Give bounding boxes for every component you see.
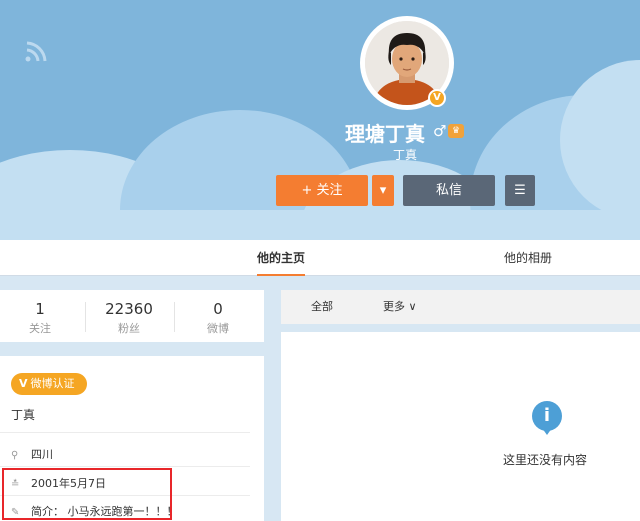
empty-state-text: 这里还没有内容 <box>503 453 588 467</box>
profile-username: 理塘丁真 <box>345 122 425 146</box>
highlight-box <box>2 468 172 520</box>
stat-following-count: 1 <box>35 300 45 318</box>
info-icon-pointer <box>542 428 552 435</box>
stats-card: 1 关注 22360 粉丝 0 微博 <box>0 290 264 342</box>
stat-following-label: 关注 <box>29 322 51 335</box>
tab-home[interactable]: 他的主页 <box>257 240 306 276</box>
male-gender-icon: ♂ <box>433 122 447 140</box>
location-pin-icon: ⚲ <box>11 450 19 461</box>
follow-dropdown-button[interactable]: ▾ <box>372 175 394 206</box>
info-icon: i <box>532 401 562 431</box>
divider <box>174 302 175 332</box>
stat-following[interactable]: 1 关注 <box>10 300 70 336</box>
location-row: ⚲ 四川 <box>11 446 53 462</box>
verified-v-icon: V <box>19 377 28 390</box>
menu-icon: ☰ <box>514 183 526 198</box>
verification-name: 丁真 <box>11 408 36 422</box>
profile-tab-bar: 他的主页 他的相册 <box>0 240 640 276</box>
filter-all[interactable]: 全部 <box>311 290 333 324</box>
signal-icon <box>25 41 47 62</box>
divider <box>85 302 86 332</box>
vip-crown-icon[interactable]: ♛ <box>448 124 464 138</box>
chevron-down-icon: ▾ <box>379 183 387 198</box>
follow-button[interactable]: + 关注 <box>276 175 368 206</box>
more-menu-button[interactable]: ☰ <box>505 175 535 206</box>
location-value: 四川 <box>31 448 53 461</box>
verified-badge-icon: V <box>428 89 446 107</box>
stat-followers-label: 粉丝 <box>118 322 140 335</box>
stat-followers-count: 22360 <box>105 300 153 318</box>
stat-posts-label: 微博 <box>207 322 229 335</box>
feed-filter-bar: 全部 更多 ∨ <box>281 290 640 324</box>
tab-album[interactable]: 他的相册 <box>504 240 552 276</box>
filter-more[interactable]: 更多 ∨ <box>383 290 417 324</box>
feed-content: i 这里还没有内容 <box>281 332 640 521</box>
message-button[interactable]: 私信 <box>403 175 495 206</box>
stat-followers[interactable]: 22360 粉丝 <box>99 300 159 336</box>
divider <box>0 466 250 467</box>
divider <box>0 432 250 433</box>
profile-subname: 丁真 <box>393 148 418 162</box>
stat-posts-count: 0 <box>213 300 223 318</box>
verification-badge-label: 微博认证 <box>30 377 75 390</box>
stat-posts[interactable]: 0 微博 <box>188 300 248 336</box>
verification-badge[interactable]: V 微博认证 <box>11 373 87 395</box>
